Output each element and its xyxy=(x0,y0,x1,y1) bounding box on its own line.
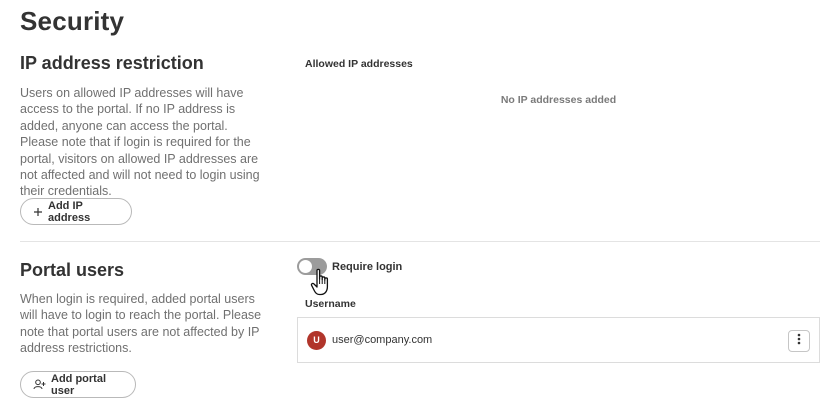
row-actions-button[interactable] xyxy=(788,330,810,352)
add-portal-user-label: Add portal user xyxy=(51,372,106,397)
add-ip-address-button[interactable]: Add IP address xyxy=(20,198,132,225)
toggle-knob xyxy=(299,260,312,273)
portal-users-title: Portal users xyxy=(20,260,125,280)
add-user-icon xyxy=(33,379,46,390)
username-column-header: Username xyxy=(305,298,356,310)
add-ip-address-label: Add IP address xyxy=(48,199,91,224)
require-login-label: Require login xyxy=(332,261,403,273)
plus-icon xyxy=(33,207,43,217)
add-portal-user-button[interactable]: Add portal user xyxy=(20,371,136,398)
ip-empty-state: No IP addresses added xyxy=(500,94,617,106)
more-vertical-icon xyxy=(797,332,801,350)
allowed-ip-label: Allowed IP addresses xyxy=(305,58,413,70)
avatar: U xyxy=(307,330,326,350)
ip-restriction-description: Users on allowed IP addresses will have … xyxy=(20,86,260,199)
table-row: U user@company.com xyxy=(298,318,819,362)
ip-restriction-title: IP address restriction xyxy=(20,53,204,73)
portal-users-table: U user@company.com xyxy=(297,317,820,363)
portal-users-description: When login is required, added portal use… xyxy=(20,292,262,356)
user-email: user@company.com xyxy=(332,334,433,346)
section-divider xyxy=(20,241,820,242)
require-login-toggle[interactable] xyxy=(297,258,327,275)
page-title: Security xyxy=(20,6,125,36)
